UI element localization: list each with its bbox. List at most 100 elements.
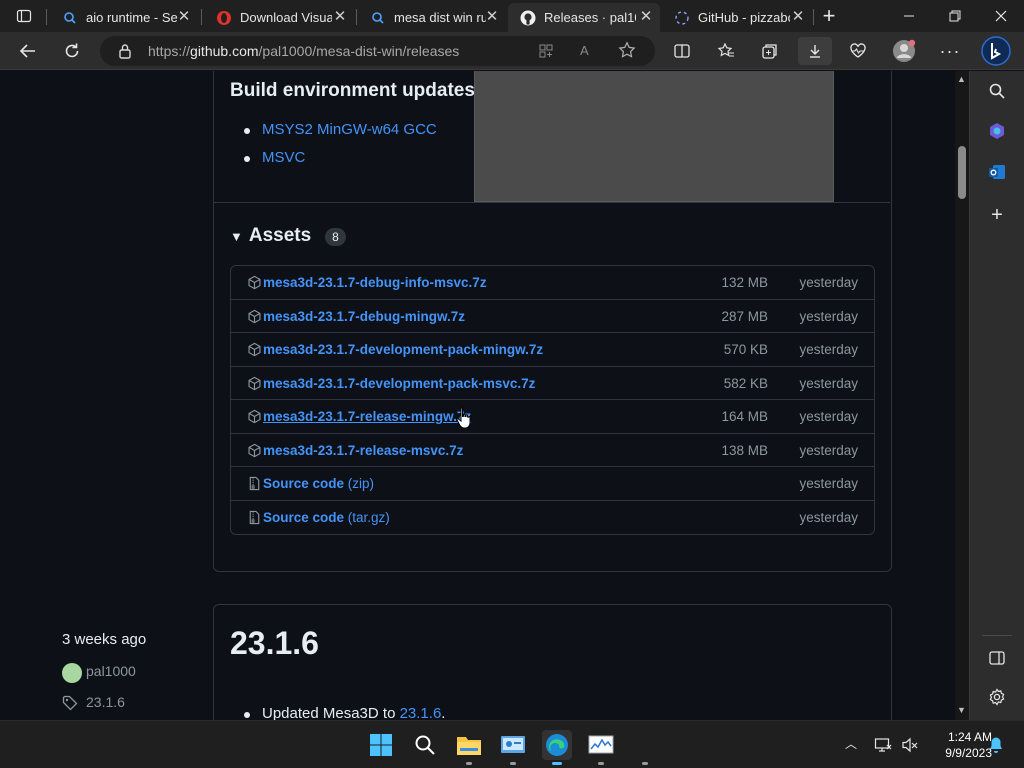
- taskbar: ︿ 1:24 AM 9/9/2023: [0, 720, 1024, 768]
- asset-size: 164 MB: [721, 409, 768, 424]
- tab-releases-active[interactable]: Releases · pal1000/mesa-dist-win ✕: [508, 3, 660, 32]
- close-window-button[interactable]: [978, 0, 1024, 32]
- tag-icon: [62, 695, 78, 711]
- notification-bell-icon[interactable]: [988, 736, 1004, 759]
- asset-download-link[interactable]: mesa3d-23.1.7-release-mingw.7z: [263, 409, 471, 424]
- opera-icon: [216, 10, 232, 26]
- asset-date: yesterday: [799, 509, 858, 525]
- page-scrollbar[interactable]: ▲ ▼: [955, 71, 969, 720]
- package-icon: [247, 275, 262, 290]
- github-icon: [520, 10, 536, 26]
- edge-browser-icon[interactable]: [542, 730, 572, 760]
- asset-download-link[interactable]: mesa3d-23.1.7-development-pack-mingw.7z: [263, 342, 543, 357]
- asset-row: Source code (tar.gz) yesterday: [231, 501, 874, 535]
- control-panel-icon[interactable]: [498, 730, 528, 760]
- hide-sidebar-icon[interactable]: [985, 646, 1009, 670]
- assets-toggle[interactable]: ▼ Assets: [230, 225, 311, 247]
- read-aloud-icon[interactable]: A: [580, 43, 589, 58]
- back-button[interactable]: [14, 37, 42, 65]
- build-item-msys2-link[interactable]: MSYS2 MinGW-w64 GCC: [262, 121, 437, 138]
- windows-start-icon[interactable]: [366, 730, 396, 760]
- close-icon[interactable]: ✕: [484, 9, 500, 25]
- toolbar: https://github.com/pal1000/mesa-dist-win…: [0, 32, 1024, 70]
- tab-github-pizzaboxer[interactable]: GitHub - pizzaboxer ✕: [662, 3, 812, 32]
- network-icon[interactable]: [874, 736, 892, 759]
- more-menu-icon[interactable]: ···: [936, 37, 964, 65]
- search-icon: [370, 10, 386, 26]
- close-icon[interactable]: ✕: [790, 9, 806, 25]
- refresh-button[interactable]: [58, 37, 86, 65]
- release-tag-link[interactable]: 23.1.6: [86, 694, 125, 710]
- close-icon[interactable]: ✕: [176, 9, 192, 25]
- tab-label: Download Visual Studio: [240, 10, 332, 25]
- show-hidden-icons-chevron-icon[interactable]: ︿: [845, 735, 857, 752]
- search-icon[interactable]: [985, 79, 1009, 103]
- source-zip-link[interactable]: Source code (zip): [263, 476, 374, 491]
- asset-download-link[interactable]: mesa3d-23.1.7-debug-mingw.7z: [263, 309, 465, 324]
- clock-time: 1:24 AM: [947, 730, 992, 744]
- triangle-down-icon: ▼: [230, 229, 243, 244]
- task-manager-icon[interactable]: [586, 730, 616, 760]
- scroll-down-icon[interactable]: ▼: [957, 705, 966, 715]
- profile-avatar-icon[interactable]: [890, 37, 918, 65]
- close-icon[interactable]: ✕: [638, 9, 654, 25]
- minimize-button[interactable]: [886, 0, 932, 32]
- collections-icon[interactable]: [756, 37, 784, 65]
- tab-label: GitHub - pizzaboxer: [698, 10, 790, 25]
- asset-size: 582 KB: [723, 375, 768, 391]
- favorites-icon[interactable]: [712, 37, 740, 65]
- page-content: Build environment updates MSYS2 MinGW-w6…: [0, 71, 955, 720]
- clock-date: 9/9/2023: [945, 746, 992, 760]
- asset-date: yesterday: [799, 476, 858, 491]
- bing-copilot-icon[interactable]: [981, 36, 1011, 66]
- asset-date: yesterday: [799, 409, 858, 424]
- volume-muted-icon[interactable]: [901, 736, 919, 759]
- tab-mesa-dist-win-runtime[interactable]: mesa dist win runtime ✕: [358, 3, 506, 32]
- taskbar-search-icon[interactable]: [410, 730, 440, 760]
- performance-heart-icon[interactable]: [844, 37, 872, 65]
- asset-download-link[interactable]: mesa3d-23.1.7-development-pack-msvc.7z: [263, 376, 535, 391]
- release-title-link[interactable]: 23.1.6: [230, 625, 319, 662]
- downloads-icon[interactable]: [798, 37, 832, 65]
- tab-download-visual-studio[interactable]: Download Visual Studio ✕: [204, 3, 354, 32]
- asset-row: mesa3d-23.1.7-debug-info-msvc.7z 132 MB …: [231, 266, 874, 300]
- section-divider: [214, 202, 890, 203]
- tab-actions-icon[interactable]: [10, 2, 38, 30]
- build-item-msvc-link[interactable]: MSVC: [262, 149, 305, 166]
- package-icon: [247, 342, 262, 357]
- release-note-item: Updated Mesa3D to 23.1.6.: [262, 705, 446, 720]
- scroll-up-icon[interactable]: ▲: [957, 74, 966, 84]
- close-icon[interactable]: ✕: [332, 9, 348, 25]
- assets-count-badge: 8: [325, 228, 346, 246]
- file-explorer-icon[interactable]: [454, 730, 484, 760]
- app-available-icon[interactable]: [538, 43, 554, 64]
- asset-date: yesterday: [799, 308, 858, 324]
- tab-aio-runtime[interactable]: aio runtime - Search ✕: [50, 3, 198, 32]
- package-icon: [247, 443, 262, 458]
- package-icon: [247, 409, 262, 424]
- restore-button[interactable]: [932, 0, 978, 32]
- scroll-thumb[interactable]: [958, 146, 966, 199]
- new-tab-button[interactable]: +: [815, 2, 843, 30]
- asset-download-link[interactable]: mesa3d-23.1.7-release-msvc.7z: [263, 443, 463, 458]
- sidebar-divider: [982, 635, 1012, 636]
- lock-icon[interactable]: [118, 43, 132, 64]
- add-sidebar-app-icon[interactable]: +: [985, 203, 1009, 227]
- copilot-icon[interactable]: [985, 119, 1009, 143]
- settings-gear-icon[interactable]: [985, 685, 1009, 709]
- asset-row: Source code (zip) yesterday: [231, 467, 874, 501]
- release-author-link[interactable]: pal1000: [86, 663, 136, 679]
- avatar[interactable]: [62, 663, 82, 683]
- favorite-star-icon[interactable]: [618, 41, 636, 64]
- split-screen-icon[interactable]: [668, 37, 696, 65]
- asset-date: yesterday: [799, 275, 858, 290]
- outlook-icon[interactable]: [985, 160, 1009, 184]
- github-icon: [674, 10, 690, 26]
- address-bar[interactable]: https://github.com/pal1000/mesa-dist-win…: [100, 36, 655, 66]
- bullet-dot: [244, 156, 250, 162]
- version-link[interactable]: 23.1.6: [400, 705, 442, 720]
- clock[interactable]: 1:24 AM 9/9/2023: [920, 729, 992, 761]
- asset-size: 132 MB: [721, 275, 768, 290]
- source-targz-link[interactable]: Source code (tar.gz): [263, 510, 390, 525]
- asset-download-link[interactable]: mesa3d-23.1.7-debug-info-msvc.7z: [263, 275, 487, 290]
